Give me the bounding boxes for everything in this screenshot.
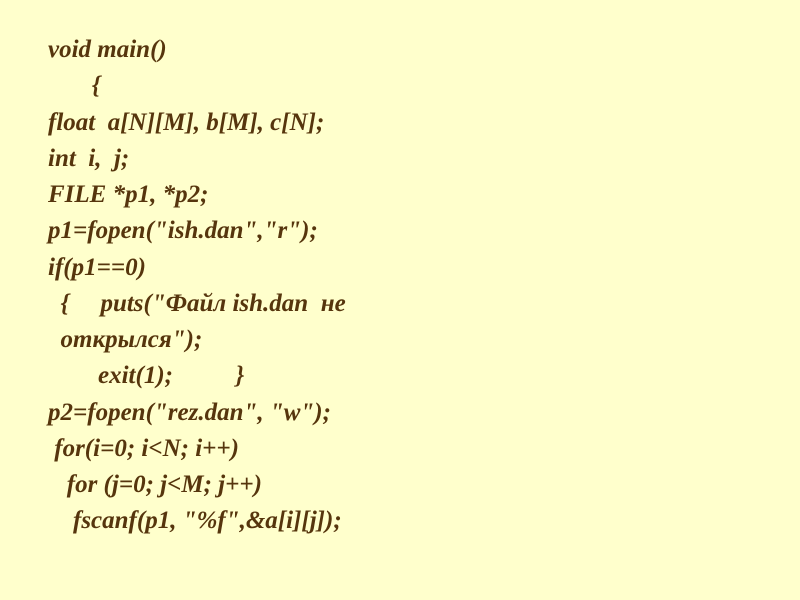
code-line: p2=fopen("rez.dan", "w"); (48, 395, 770, 431)
code-line: exit(1); } (48, 358, 770, 394)
code-line: p1=fopen("ish.dan","r"); (48, 213, 770, 249)
code-line: { puts("Файл ish.dan не (48, 286, 770, 322)
code-line: { (48, 68, 770, 104)
code-line: int i, j; (48, 141, 770, 177)
code-line: fscanf(p1, "%f",&a[i][j]); (48, 503, 770, 539)
code-line: if(p1==0) (48, 250, 770, 286)
code-line: FILE *p1, *p2; (48, 177, 770, 213)
code-line: void main() (48, 32, 770, 68)
code-line: for(i=0; i<N; i++) (48, 431, 770, 467)
code-line: открылся"); (48, 322, 770, 358)
code-line: for (j=0; j<M; j++) (48, 467, 770, 503)
code-line: float a[N][M], b[M], c[N]; (48, 105, 770, 141)
code-block: void main() { float a[N][M], b[M], c[N];… (48, 32, 770, 540)
